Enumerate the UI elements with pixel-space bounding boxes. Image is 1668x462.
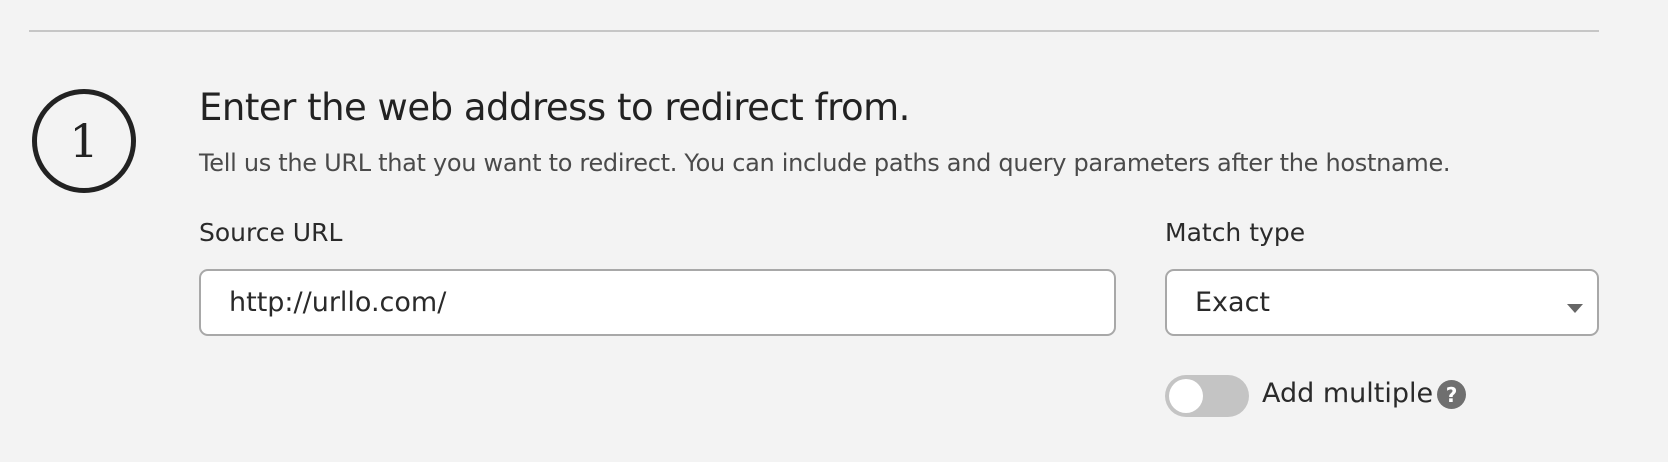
add-multiple-label: Add multiple bbox=[1262, 378, 1434, 409]
question-circle-icon[interactable]: ? bbox=[1437, 380, 1466, 409]
add-multiple-toggle[interactable] bbox=[1165, 375, 1249, 417]
section-divider bbox=[29, 30, 1599, 32]
match-type-selected-value: Exact bbox=[1195, 287, 1271, 318]
step-number: 1 bbox=[69, 114, 99, 168]
source-url-label: Source URL bbox=[199, 218, 343, 247]
match-type-select[interactable]: Exact bbox=[1165, 269, 1599, 336]
step-title: Enter the web address to redirect from. bbox=[199, 86, 910, 129]
chevron-down-icon bbox=[1567, 304, 1583, 313]
step-description: Tell us the URL that you want to redirec… bbox=[199, 149, 1451, 177]
match-type-label: Match type bbox=[1165, 218, 1306, 247]
step-number-badge: 1 bbox=[32, 89, 136, 193]
source-url-input[interactable] bbox=[199, 269, 1116, 336]
toggle-knob bbox=[1169, 379, 1203, 413]
